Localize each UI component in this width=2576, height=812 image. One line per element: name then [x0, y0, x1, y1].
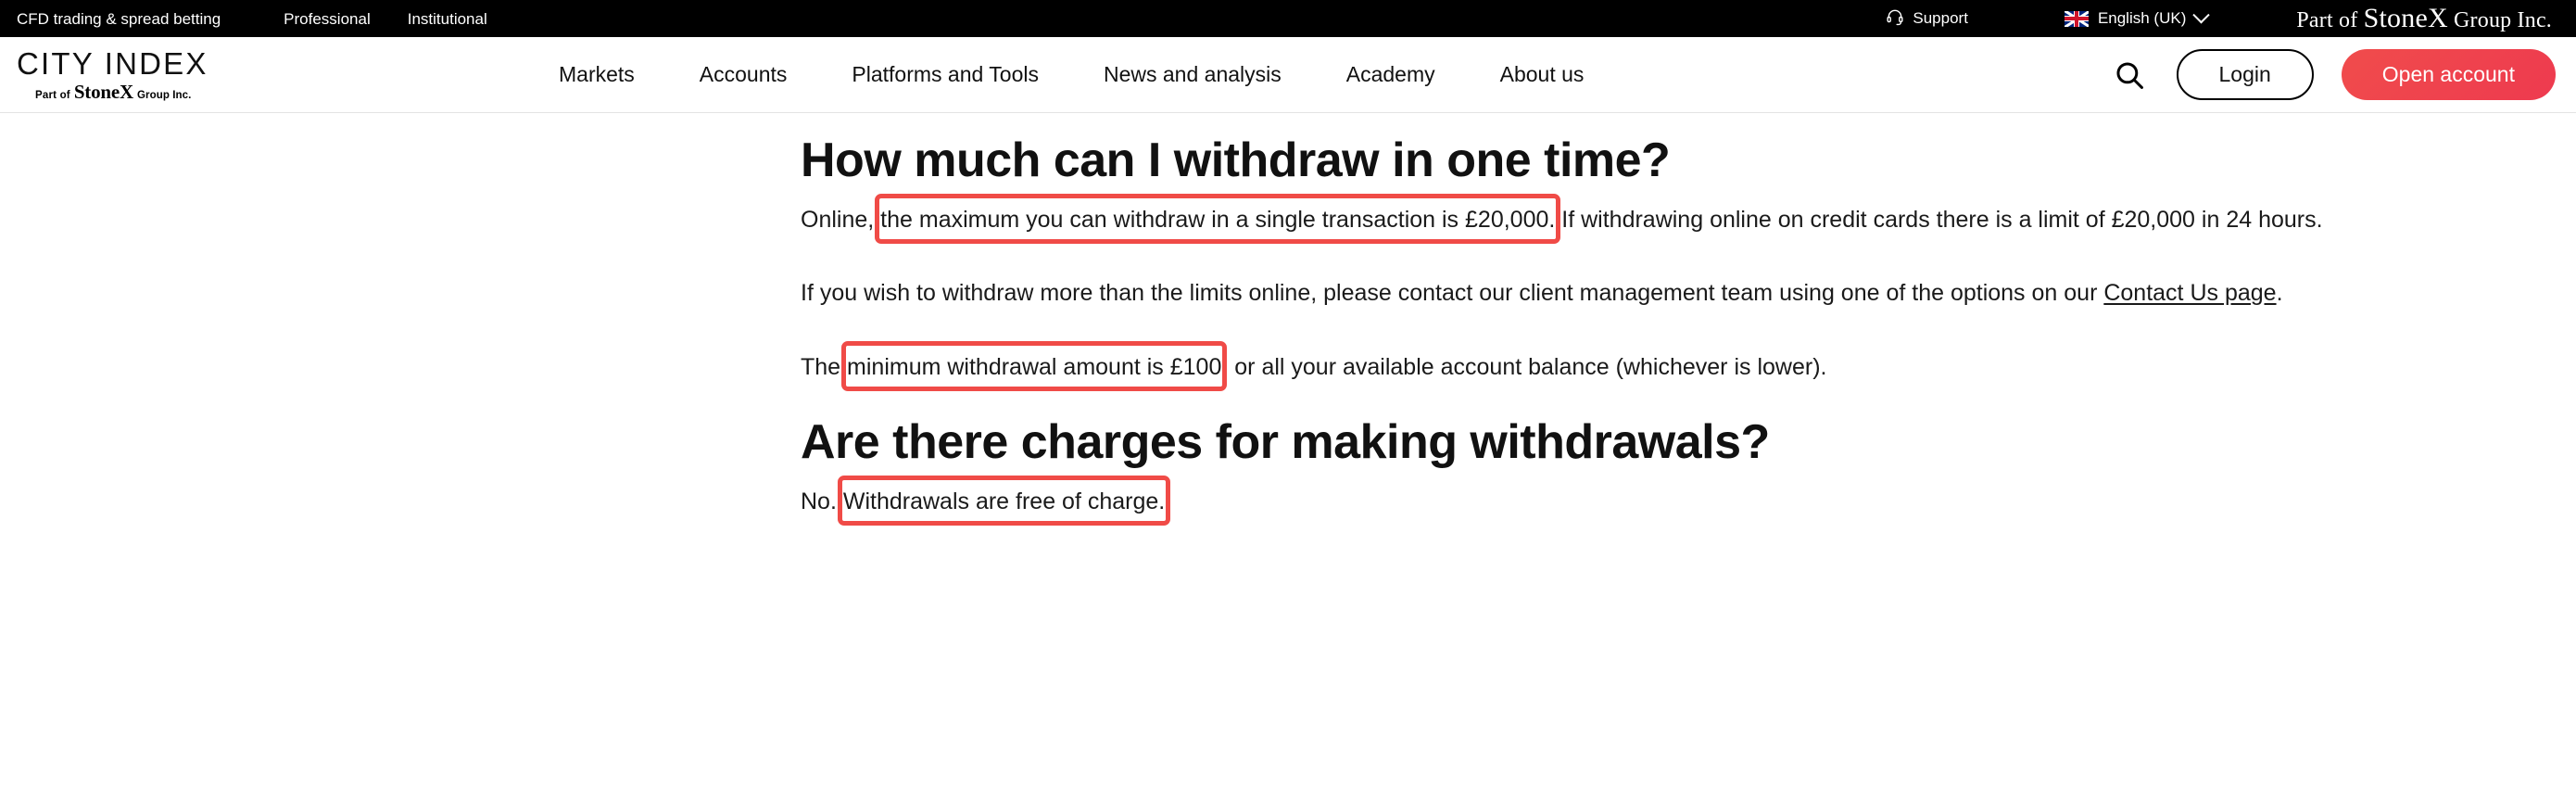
parent-company-brand: StoneX: [2363, 3, 2448, 33]
faq-content: How much can I withdraw in one time? Onl…: [0, 113, 2576, 519]
paragraph-minimum-withdrawal: The minimum withdrawal amount is £100, o…: [801, 351, 2339, 385]
paragraph-4-prefix: No.: [801, 488, 843, 515]
logo-sub-brand: StoneX: [73, 80, 133, 103]
city-index-logo[interactable]: CITY INDEX Part of StoneX Group Inc.: [17, 48, 295, 102]
uk-flag-icon: [2064, 10, 2089, 27]
header-actions: Login Open account: [2108, 49, 2556, 100]
utility-link-cfd-trading[interactable]: CFD trading & spread betting: [17, 11, 284, 27]
main-navigation: Markets Accounts Platforms and Tools New…: [526, 64, 1616, 85]
support-label: Support: [1913, 9, 1968, 27]
contact-us-page-link[interactable]: Contact Us page: [2103, 280, 2276, 306]
language-selector[interactable]: English (UK): [2064, 6, 2211, 28]
paragraph-2-suffix: .: [2276, 280, 2283, 307]
nav-item-markets[interactable]: Markets: [526, 64, 667, 85]
login-button[interactable]: Login: [2176, 49, 2314, 100]
page-title: How much can I withdraw in one time?: [801, 133, 1671, 187]
parent-company-tag: Part of StoneX Group Inc.: [2296, 3, 2552, 34]
logo-sub-suffix: Group Inc.: [136, 89, 192, 101]
nav-item-accounts[interactable]: Accounts: [667, 64, 820, 85]
utility-bar-right: Support English (UK) Part of StoneX Grou…: [1886, 3, 2552, 34]
paragraph-withdrawal-limit: Online, the maximum you can withdraw in …: [801, 204, 2339, 237]
utility-link-professional[interactable]: Professional: [284, 11, 408, 27]
paragraph-3-prefix: The: [801, 353, 848, 380]
paragraph-charges-answer: No. Withdrawals are free of charge.: [801, 486, 2339, 519]
nav-item-about-us[interactable]: About us: [1468, 64, 1617, 85]
nav-item-platforms-and-tools[interactable]: Platforms and Tools: [819, 64, 1071, 85]
support-button[interactable]: Support: [1886, 7, 1968, 31]
utility-bar-links: CFD trading & spread betting Professiona…: [17, 11, 524, 27]
logo-sub-prefix: Part of: [35, 89, 70, 101]
logo-title: CITY INDEX: [17, 45, 208, 81]
parent-company-prefix: Part of: [2296, 8, 2364, 32]
nav-item-news-and-analysis[interactable]: News and analysis: [1071, 64, 1314, 85]
annotation-highlight-min-withdrawal: minimum withdrawal amount is £100: [847, 353, 1222, 380]
section-title-charges: Are there charges for making withdrawals…: [801, 415, 1770, 470]
nav-item-academy[interactable]: Academy: [1314, 64, 1468, 85]
search-icon[interactable]: [2108, 54, 2151, 96]
paragraph-1-prefix: Online,: [801, 206, 881, 233]
paragraph-contact-client-management: If you wish to withdraw more than the li…: [801, 277, 2339, 311]
annotation-highlight-max-withdrawal: the maximum you can withdraw in a single…: [880, 206, 1556, 233]
open-account-button[interactable]: Open account: [2341, 49, 2556, 100]
paragraph-1-suffix: If withdrawing online on credit cards th…: [1555, 206, 2323, 233]
chevron-down-icon: [2192, 6, 2211, 23]
utility-link-institutional[interactable]: Institutional: [408, 11, 524, 27]
headset-icon: [1886, 7, 1904, 31]
utility-bar: CFD trading & spread betting Professiona…: [0, 0, 2576, 37]
language-label: English (UK): [2097, 9, 2187, 27]
annotation-highlight-free-of-charge: Withdrawals are free of charge.: [842, 488, 1166, 515]
logo-subtitle: Part of StoneX Group Inc.: [35, 82, 191, 102]
paragraph-3-suffix: , or all your available account balance …: [1221, 353, 1827, 380]
paragraph-2-prefix: If you wish to withdraw more than the li…: [801, 280, 2104, 307]
parent-company-suffix: Group Inc.: [2447, 8, 2552, 32]
site-header: CITY INDEX Part of StoneX Group Inc. Mar…: [0, 37, 2576, 113]
